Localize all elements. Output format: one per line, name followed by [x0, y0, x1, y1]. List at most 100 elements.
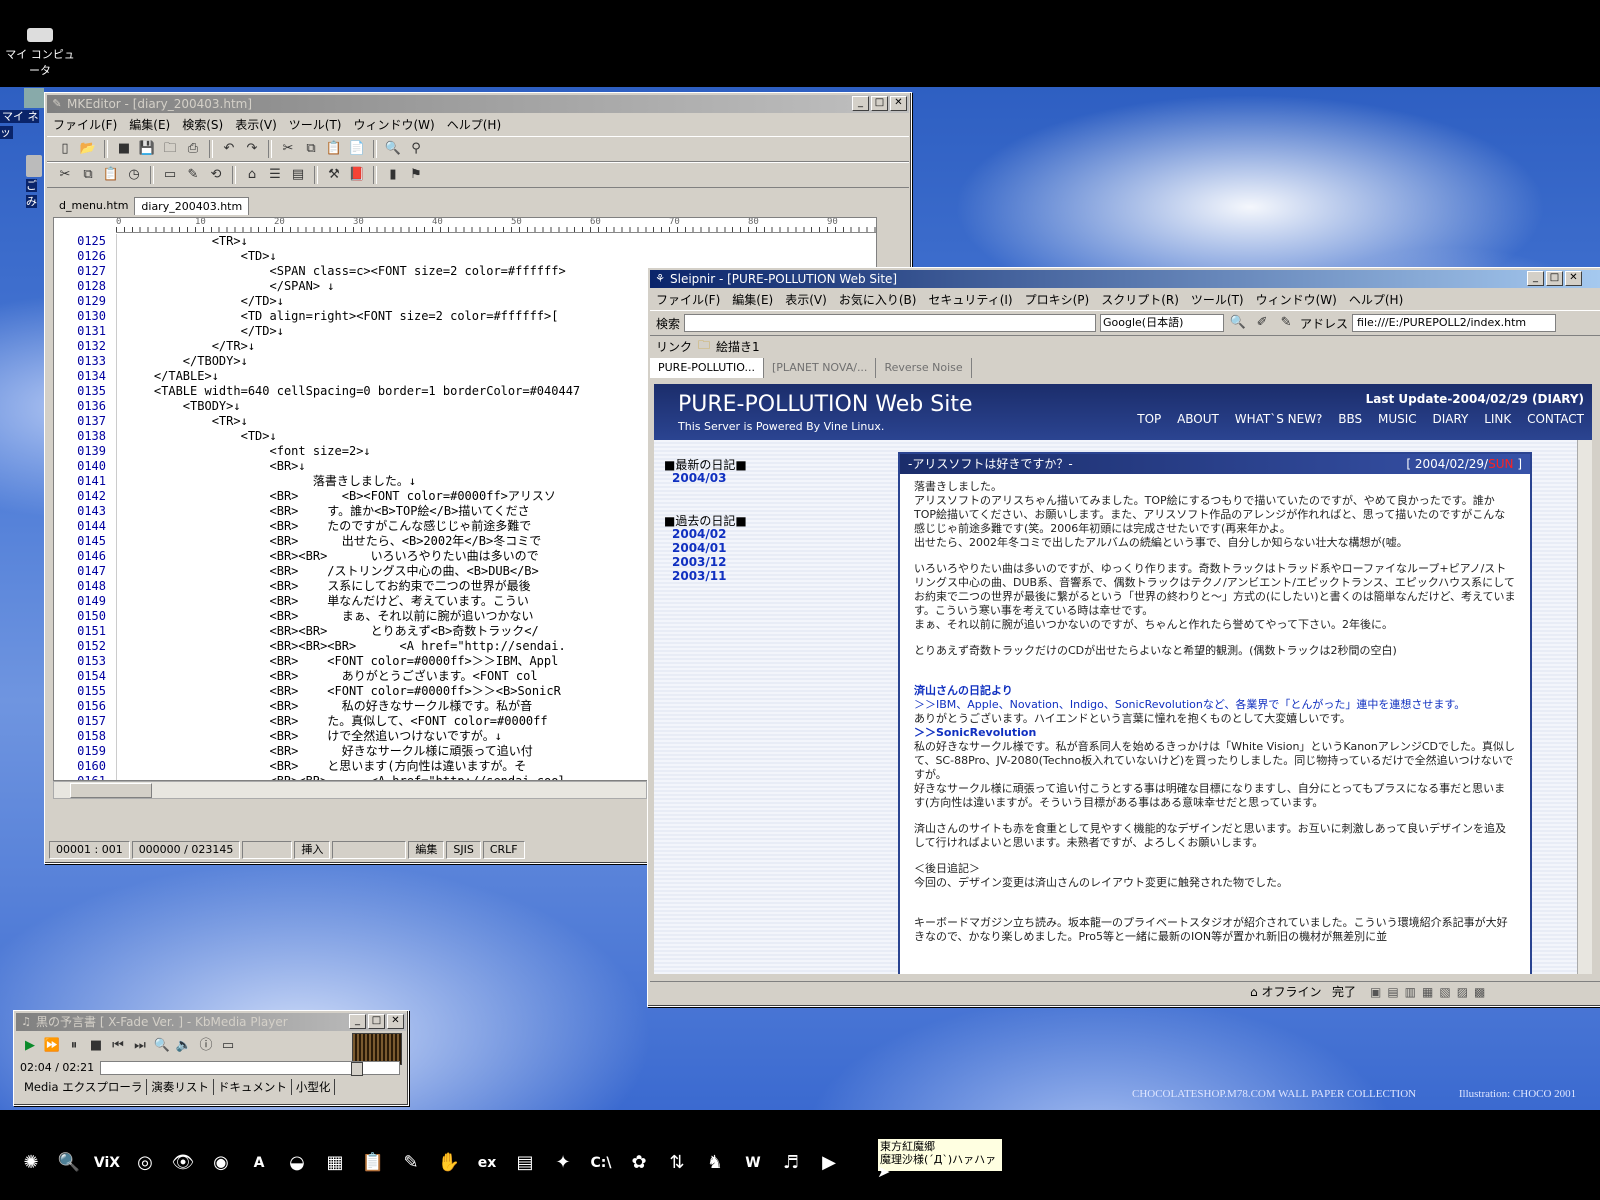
info-icon[interactable]: ⓘ	[196, 1036, 216, 1056]
nav-contact[interactable]: CONTACT	[1527, 412, 1584, 426]
flower-icon[interactable]: ✿	[624, 1148, 654, 1178]
previous-icon[interactable]: ⏮	[108, 1036, 128, 1056]
search-icon[interactable]: 🔍	[1228, 313, 1248, 333]
disc-icon[interactable]: ◒	[282, 1148, 312, 1178]
window-icon[interactable]: ▭	[160, 165, 180, 185]
menu-edit[interactable]: 編集(E)	[123, 116, 176, 133]
pen-icon[interactable]: ✎	[1276, 313, 1296, 333]
handshake-icon[interactable]: ✋	[434, 1148, 464, 1178]
desktop-icon-my-network[interactable]: マイ ネッ	[0, 88, 46, 140]
search-icon[interactable]: 🔍	[54, 1148, 84, 1178]
past-diary-link[interactable]: 2004/01	[672, 541, 726, 555]
cut-icon[interactable]: ✂	[278, 139, 298, 159]
minimize-button[interactable]: _	[852, 96, 869, 111]
ex-icon[interactable]: ex	[472, 1148, 502, 1178]
close-button[interactable]: ✕	[1565, 271, 1582, 286]
find-icon[interactable]: 🔍	[152, 1036, 172, 1056]
clock-icon[interactable]: ◷	[124, 165, 144, 185]
tab-diary-200403[interactable]: diary_200403.htm	[134, 197, 250, 215]
undo-icon[interactable]: ↶	[219, 139, 239, 159]
nav-whats-new[interactable]: WHAT`S NEW?	[1235, 412, 1323, 426]
pen-icon[interactable]: ✎	[183, 165, 203, 185]
binoculars-icon[interactable]: ⚲	[406, 139, 426, 159]
display-icon[interactable]: ▭	[218, 1036, 238, 1056]
menu-window[interactable]: ウィンドウ(W)	[348, 116, 441, 133]
nav-top[interactable]: TOP	[1137, 412, 1161, 426]
seek-thumb[interactable]	[351, 1062, 363, 1076]
vix-icon[interactable]: ViX	[92, 1148, 122, 1178]
replace-icon[interactable]: ⟲	[206, 165, 226, 185]
code-line[interactable]: 0125 <TR>↓	[54, 234, 876, 249]
seek-bar[interactable]	[100, 1061, 400, 1076]
menu-view[interactable]: 表示(V)	[229, 116, 283, 133]
audio-icon[interactable]: ◉	[206, 1148, 236, 1178]
maximize-button[interactable]: □	[871, 96, 888, 111]
mkeditor-titlebar[interactable]: ✎ MKEditor - [diary_200403.htm] _ □ ✕	[47, 95, 909, 113]
past-diary-link[interactable]: 2003/11	[672, 569, 726, 583]
minimize-button[interactable]: _	[349, 1014, 366, 1029]
find-icon[interactable]: 🔍	[383, 139, 403, 159]
ftp-icon[interactable]: ⇅	[662, 1148, 692, 1178]
menu-help[interactable]: ヘルプ(H)	[441, 116, 507, 133]
font-icon[interactable]: A	[244, 1148, 274, 1178]
player-titlebar[interactable]: ♫ 黒の予言書 [ X-Fade Ver. ] - KbMedia Player…	[16, 1013, 406, 1031]
print-icon[interactable]: ⎙	[183, 139, 203, 159]
tab-pure-pollution[interactable]: PURE-POLLUTIO...	[650, 358, 764, 378]
mkeditor-icon[interactable]: ✎	[396, 1148, 426, 1178]
tag-icon[interactable]: ⌂	[242, 165, 262, 185]
close-button[interactable]: ✕	[890, 96, 907, 111]
maximize-button[interactable]: □	[1546, 271, 1563, 286]
menu-help[interactable]: ヘルプ(H)	[1343, 291, 1409, 308]
calc-icon[interactable]: ▦	[320, 1148, 350, 1178]
nav-bbs[interactable]: BBS	[1338, 412, 1362, 426]
document-icon[interactable]: 📄	[347, 139, 367, 159]
past-diary-link[interactable]: 2004/02	[672, 527, 726, 541]
nav-about[interactable]: ABOUT	[1177, 412, 1219, 426]
tab-media-explorer[interactable]: Media エクスプローラ	[20, 1079, 148, 1095]
sleipnir-titlebar[interactable]: ⚘ Sleipnir - [PURE-POLLUTION Web Site] _…	[650, 270, 1600, 288]
copy-icon[interactable]: ⧉	[301, 139, 321, 159]
new-file-icon[interactable]: ▯	[55, 139, 75, 159]
ffmpeg-icon[interactable]: ▤	[510, 1148, 540, 1178]
midi-icon[interactable]: ♬	[776, 1148, 806, 1178]
player-icon[interactable]: ▶	[814, 1148, 844, 1178]
tab-compact[interactable]: 小型化	[292, 1079, 336, 1095]
tab-planet-nova[interactable]: [PLANET NOVA/...	[764, 358, 877, 378]
clipboard-icon[interactable]: 📋	[358, 1148, 388, 1178]
close-button[interactable]: ✕	[387, 1014, 404, 1029]
nav-link[interactable]: LINK	[1484, 412, 1511, 426]
scrollbar-thumb[interactable]	[70, 783, 152, 798]
volume-icon[interactable]: 🔈	[174, 1036, 194, 1056]
copy-icon[interactable]: ⧉	[78, 165, 98, 185]
save-icon[interactable]: 💾	[137, 139, 157, 159]
address-input[interactable]: file:///E:/PUREPOLL2/index.htm	[1352, 314, 1557, 332]
menu-file[interactable]: ファイル(F)	[650, 291, 726, 308]
pause-icon[interactable]: ⏸	[64, 1036, 84, 1056]
paste-icon[interactable]: 📋	[101, 165, 121, 185]
desktop-icon-my-computer[interactable]: マイ コンピュータ	[0, 28, 80, 78]
minimize-button[interactable]: _	[1527, 271, 1544, 286]
desktop-icon-trash[interactable]: ごみ	[26, 155, 46, 209]
cut-icon[interactable]: ✂	[55, 165, 75, 185]
tab-reverse-noise[interactable]: Reverse Noise	[876, 358, 972, 378]
bookmark-icon[interactable]: ▮	[383, 165, 403, 185]
stop-icon[interactable]: ■	[86, 1036, 106, 1056]
fast-forward-icon[interactable]: ⏩	[42, 1036, 62, 1056]
menu-security[interactable]: セキュリティ(I)	[922, 291, 1018, 308]
paste-icon[interactable]: 📋	[324, 139, 344, 159]
menu-file[interactable]: ファイル(F)	[47, 116, 123, 133]
latest-diary-link[interactable]: 2004/03	[672, 471, 726, 485]
horizontal-scrollbar[interactable]	[53, 781, 647, 799]
search-input[interactable]	[684, 314, 1097, 332]
menu-view[interactable]: 表示(V)	[779, 291, 833, 308]
code-line[interactable]: 0126 <TD>↓	[54, 249, 876, 264]
form-icon[interactable]: ▤	[288, 165, 308, 185]
vertical-scrollbar[interactable]	[1577, 440, 1592, 974]
next-icon[interactable]: ⏭	[130, 1036, 150, 1056]
highlight-icon[interactable]: ✐	[1252, 313, 1272, 333]
open-folder-icon[interactable]: 📂	[78, 139, 98, 159]
book-icon[interactable]: 📕	[347, 165, 367, 185]
tab-d-menu[interactable]: d_menu.htm	[53, 197, 134, 215]
past-diary-link[interactable]: 2003/12	[672, 555, 726, 569]
close-file-icon[interactable]: ■	[114, 139, 134, 159]
